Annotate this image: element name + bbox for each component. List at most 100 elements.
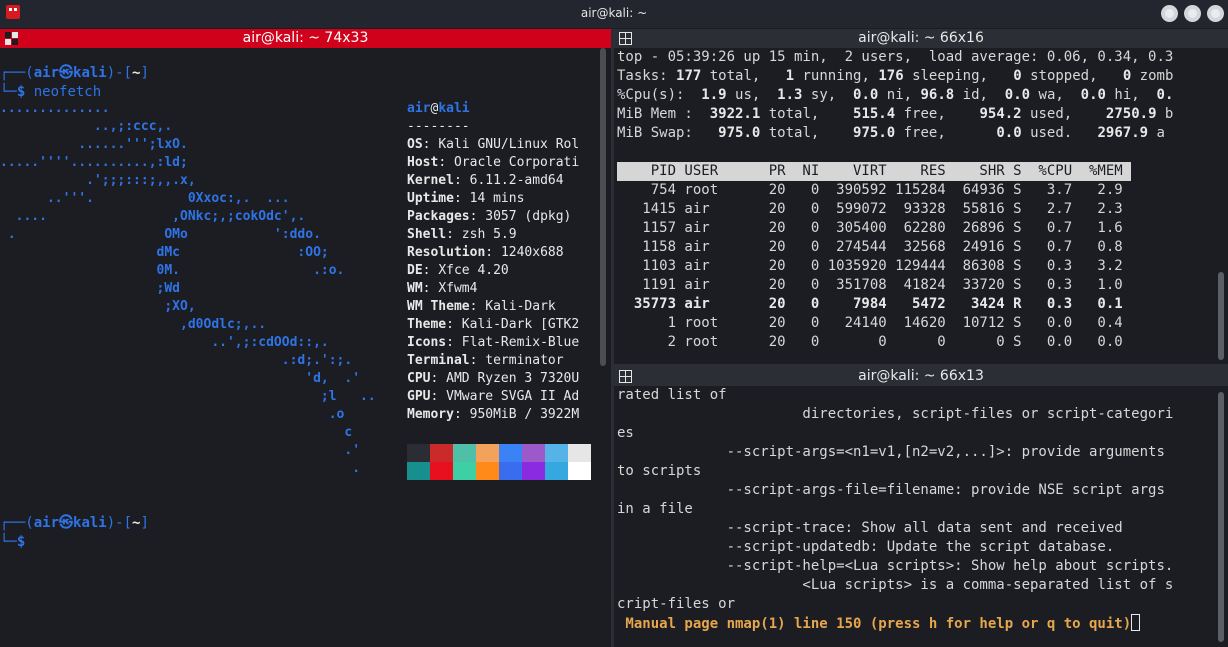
color-palette-dark [407,444,591,462]
neofetch-value: Xfce 4.20 [438,263,509,278]
man-line: --script-updatedb: Update the script dat… [617,539,1115,555]
man-line: --script-args-file=filename: provide NSE… [617,482,1165,498]
neofetch-value: VMware SVGA II Ad [446,389,580,404]
close-button[interactable] [1207,5,1224,22]
neofetch-key: WM [407,281,423,296]
neofetch-value: AMD Ryzen 3 7320U [446,371,580,386]
man-page-terminal[interactable]: rated list of directories, script-files … [614,386,1214,647]
process-row: 1415 air 20 0 599072 93328 55816 S 2.7 2… [617,201,1123,217]
top-mem-line: MiB Mem : 3922.1 total, 515.4 free, 954.… [617,106,1174,122]
man-pane-titlebar[interactable]: air@kali: ~ 66x13 [614,367,1228,386]
split-grid-icon[interactable] [619,32,632,45]
neofetch-row: WM: Xfwm4 [407,281,478,296]
neofetch-key: GPU [407,389,431,404]
neofetch-row: GPU: VMware SVGA II Ad [407,389,580,404]
neofetch-key: OS [407,137,423,152]
minimize-button[interactable] [1161,5,1178,22]
color-swatch [407,462,430,480]
man-line: directories, script-files or script-cate… [617,406,1174,422]
logo-line: dMc :OO; [0,245,329,260]
neofetch-value: Flat-Remix-Blue [461,335,580,350]
logo-line: ..'''. 0Xxoc:,. ... [0,191,290,206]
process-row: 1103 air 20 0 1035920 129444 86308 S 0.3… [617,258,1123,274]
logo-line: ;XO, [0,299,196,314]
kali-skull-icon: ㉿ [59,515,74,531]
man-line: rated list of [617,387,727,403]
color-swatch [499,462,522,480]
logo-line: 'd, .' [0,371,361,386]
split-grid-icon[interactable] [619,370,632,383]
maximize-button[interactable] [1184,5,1201,22]
neofetch-row: Shell: zsh 5.9 [407,227,517,242]
neofetch-row: Theme: Kali-Dark [GTK2 [407,317,580,332]
top-terminal[interactable]: top - 05:39:26 up 15 min, 2 users, load … [614,48,1214,364]
logo-line: . OMo ':ddo. [0,227,321,242]
top-swap-line: MiB Swap: 975.0 total, 975.0 free, 0.0 u… [617,125,1165,141]
neofetch-key: DE [407,263,423,278]
neofetch-value: zsh 5.9 [461,227,517,242]
man-pane-title: air@kali: ~ 66x13 [858,368,984,384]
neofetch-key: CPU [407,371,431,386]
color-swatch [522,462,545,480]
neofetch-key: Packages [407,209,470,224]
top-cpu-line: %Cpu(s): 1.9 us, 1.3 sy, 0.0 ni, 96.8 id… [617,87,1174,103]
color-swatch [476,444,499,462]
neofetch-key: Terminal [407,353,470,368]
man-scrollbar[interactable] [1218,392,1224,642]
color-swatch [545,462,568,480]
left-pane-titlebar[interactable]: air@kali: ~ 74x33 [0,29,611,48]
logo-line: .' [0,443,361,458]
neofetch-terminal[interactable]: ┌──(air㉿kali)-[~] └─$ neofetch .........… [0,48,604,647]
man-line: --script-help=<Lua scripts>: Show help a… [617,558,1174,574]
neofetch-value: terminator [485,353,564,368]
neofetch-value: 3057 (dpkg) [485,209,572,224]
color-swatch [407,444,430,462]
neofetch-row: Memory: 950MiB / 3922M [407,407,580,422]
process-row: 1191 air 20 0 351708 41824 33720 S 0.3 1… [617,277,1123,293]
prompt-2: ┌──(air㉿kali)-[~] [0,515,149,531]
split-grid-icon[interactable] [5,32,18,45]
color-swatch [430,444,453,462]
man-page-content: rated list of directories, script-files … [617,386,1173,614]
kali-skull-icon: ㉿ [59,65,74,81]
neofetch-key: Shell [407,227,447,242]
neofetch-key: WM Theme [407,299,470,314]
logo-line: 0M. .:o. [0,263,345,278]
neofetch-key: Memory [407,407,454,422]
color-swatch [499,444,522,462]
neofetch-value: 1240x688 [500,245,564,260]
color-swatch [476,462,499,480]
neofetch-info: air@kali -------- OS: Kali GNU/Linux Rol… [407,100,597,424]
process-row: 754 root 20 0 390592 115284 64936 S 3.7 … [617,182,1123,198]
prompt-1: ┌──(air㉿kali)-[~] [0,65,149,81]
logo-line: ;l .. [0,389,376,404]
window-titlebar: air@kali: ~ [0,0,1228,28]
logo-line: . [0,461,361,476]
top-tasks-line: Tasks: 177 total, 1 running, 176 sleepin… [617,68,1174,84]
left-scrollbar[interactable] [600,48,606,366]
man-line: to scripts [617,463,702,479]
process-row: 1157 air 20 0 305400 62280 26896 S 0.7 1… [617,220,1123,236]
neofetch-row: Resolution: 1240x688 [407,245,564,260]
color-swatch [522,444,545,462]
man-status-line: Manual page nmap(1) line 150 (press h fo… [617,614,1141,634]
logo-line: .o [0,407,345,422]
logo-line: .............. [0,101,110,116]
man-line: <Lua scripts> is a comma-separated list … [617,577,1174,593]
neofetch-row: Host: Oracle Corporati [407,155,580,170]
neofetch-value: 6.11.2-amd64 [469,173,564,188]
process-row: 35773 air 20 0 7984 5472 3424 R 0.3 0.1 [617,296,1123,312]
neofetch-key: Kernel [407,173,454,188]
neofetch-row: DE: Xfce 4.20 [407,263,509,278]
color-swatch [568,462,591,480]
top-pane-titlebar[interactable]: air@kali: ~ 66x16 [614,29,1228,48]
top-scrollbar[interactable] [1218,272,1224,360]
logo-line: c [0,425,353,440]
neofetch-row: Uptime: 14 mins [407,191,525,206]
neofetch-key: Resolution [407,245,486,260]
window-title: air@kali: ~ [580,6,648,20]
color-swatch [568,444,591,462]
terminal-cursor [1131,614,1141,631]
color-swatch [545,444,568,462]
neofetch-row: OS: Kali GNU/Linux Rol [407,137,580,152]
